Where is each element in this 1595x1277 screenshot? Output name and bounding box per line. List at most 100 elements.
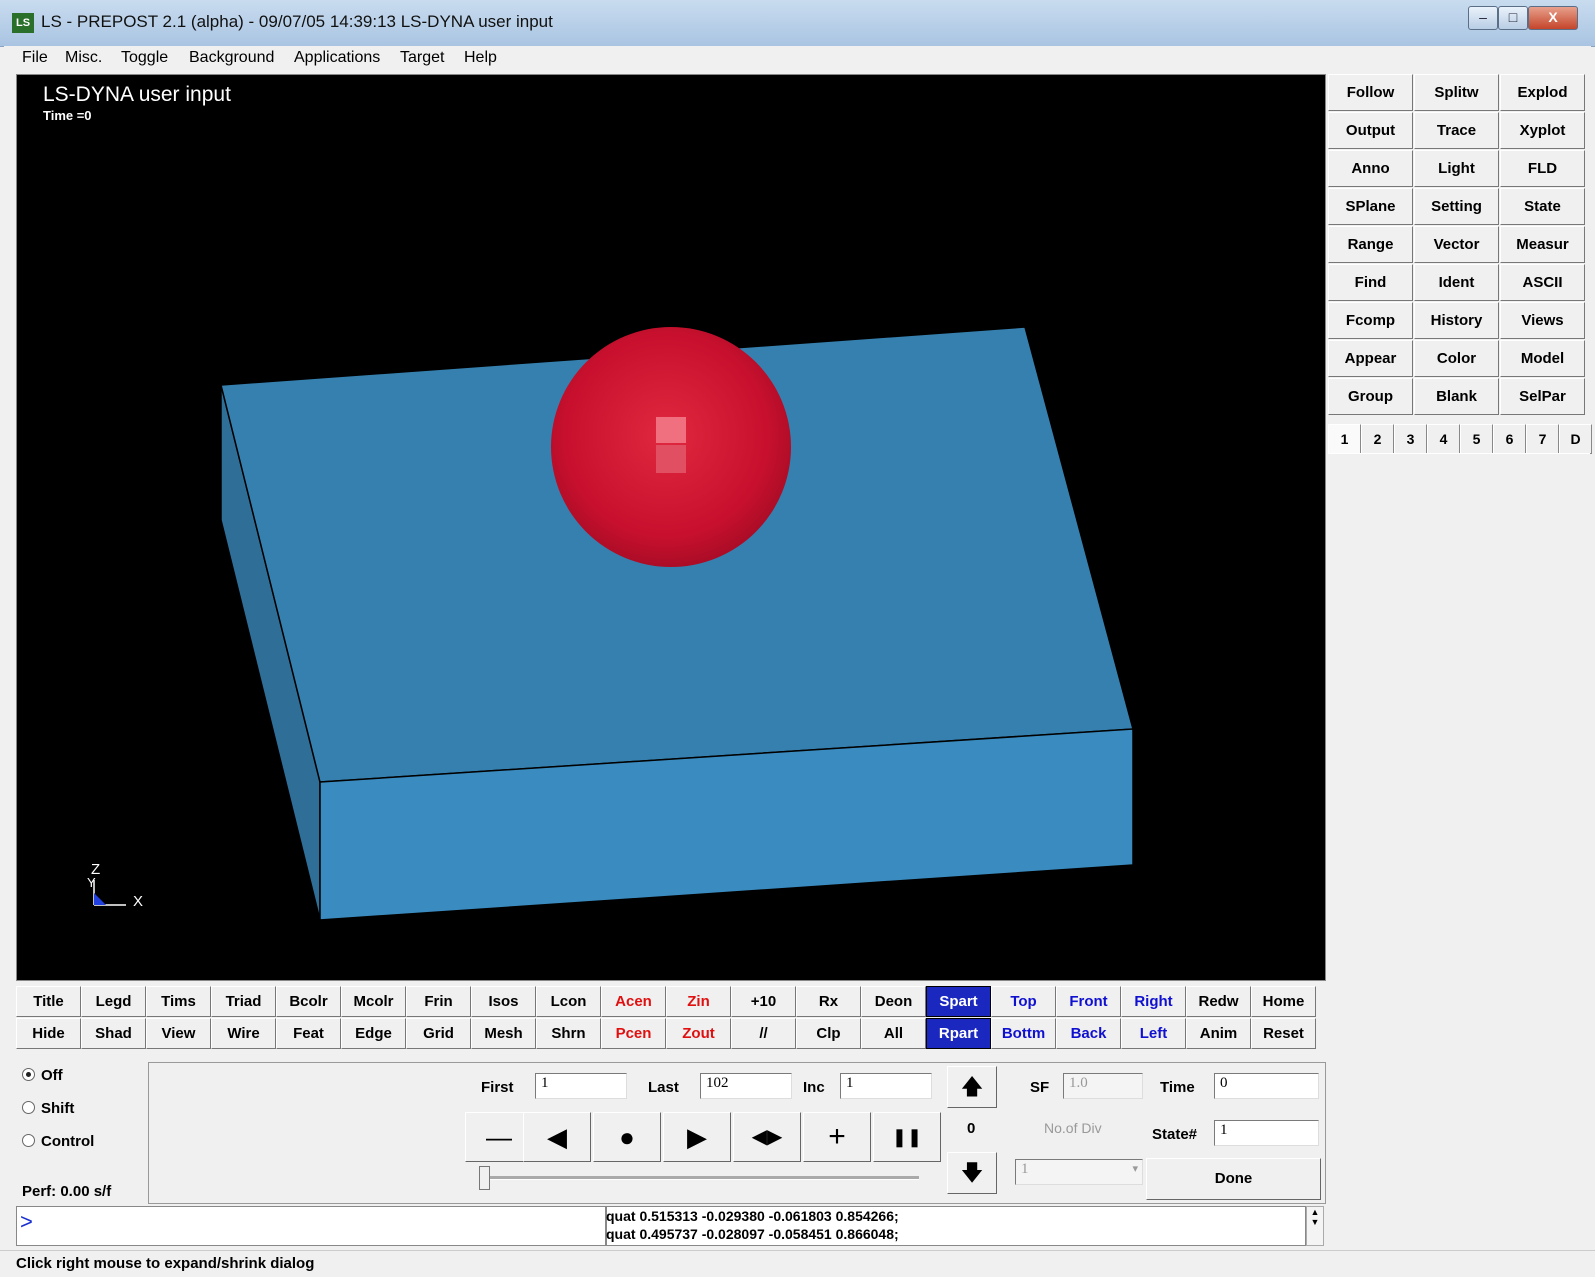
feat-button[interactable]: Feat xyxy=(276,1018,341,1049)
left-view-button[interactable]: Left xyxy=(1121,1018,1186,1049)
rx-button[interactable]: Rx xyxy=(796,986,861,1017)
follow-button[interactable]: Follow xyxy=(1328,74,1413,111)
page-tab-2[interactable]: 2 xyxy=(1361,424,1394,454)
anim-button[interactable]: Anim xyxy=(1186,1018,1251,1049)
close-button[interactable]: X xyxy=(1528,6,1578,30)
pause-button[interactable]: ❚❚ xyxy=(873,1112,941,1162)
light-button[interactable]: Light xyxy=(1414,150,1499,187)
splane-button[interactable]: SPlane xyxy=(1328,188,1413,225)
minimize-button[interactable]: – xyxy=(1468,6,1498,30)
play-forward-button[interactable]: ▶ xyxy=(663,1112,731,1162)
plus10-button[interactable]: +10 xyxy=(731,986,796,1017)
maximize-button[interactable]: □ xyxy=(1498,6,1528,30)
hide-button[interactable]: Hide xyxy=(16,1018,81,1049)
acen-button[interactable]: Acen xyxy=(601,986,666,1017)
menu-target[interactable]: Target xyxy=(400,49,444,67)
menu-help[interactable]: Help xyxy=(464,49,497,67)
splitw-button[interactable]: Splitw xyxy=(1414,74,1499,111)
ascii-button[interactable]: ASCII xyxy=(1500,264,1585,301)
step-down-button[interactable]: 🡇 xyxy=(947,1152,997,1194)
page-tab-5[interactable]: 5 xyxy=(1460,424,1493,454)
selpar-button[interactable]: SelPar xyxy=(1500,378,1585,415)
page-tab-4[interactable]: 4 xyxy=(1427,424,1460,454)
find-button[interactable]: Find xyxy=(1328,264,1413,301)
menu-file[interactable]: File xyxy=(22,49,48,67)
parallel-button[interactable]: // xyxy=(731,1018,796,1049)
triad-button[interactable]: Triad xyxy=(211,986,276,1017)
isos-button[interactable]: Isos xyxy=(471,986,536,1017)
bottom-view-button[interactable]: Bottm xyxy=(991,1018,1056,1049)
state-button[interactable]: State xyxy=(1500,188,1585,225)
redw-button[interactable]: Redw xyxy=(1186,986,1251,1017)
back-view-button[interactable]: Back xyxy=(1056,1018,1121,1049)
blank-button[interactable]: Blank xyxy=(1414,378,1499,415)
front-view-button[interactable]: Front xyxy=(1056,986,1121,1017)
vector-button[interactable]: Vector xyxy=(1414,226,1499,263)
color-button[interactable]: Color xyxy=(1414,340,1499,377)
menu-misc[interactable]: Misc. xyxy=(65,49,102,67)
zout-button[interactable]: Zout xyxy=(666,1018,731,1049)
radio-control[interactable]: Control xyxy=(22,1133,94,1150)
increase-button[interactable]: + xyxy=(803,1112,871,1162)
page-tab-1[interactable]: 1 xyxy=(1328,424,1361,454)
menu-applications[interactable]: Applications xyxy=(294,49,380,67)
shrn-button[interactable]: Shrn xyxy=(536,1018,601,1049)
play-backward-button[interactable]: ◀ xyxy=(523,1112,591,1162)
appear-button[interactable]: Appear xyxy=(1328,340,1413,377)
radio-off[interactable]: Off xyxy=(22,1067,63,1084)
grid-button[interactable]: Grid xyxy=(406,1018,471,1049)
frame-slider-track[interactable] xyxy=(484,1176,919,1180)
menu-background[interactable]: Background xyxy=(189,49,274,67)
deon-button[interactable]: Deon xyxy=(861,986,926,1017)
tims-button[interactable]: Tims xyxy=(146,986,211,1017)
rpart-button[interactable]: Rpart xyxy=(926,1018,991,1049)
edge-button[interactable]: Edge xyxy=(341,1018,406,1049)
clp-button[interactable]: Clp xyxy=(796,1018,861,1049)
model-button[interactable]: Model xyxy=(1500,340,1585,377)
output-button[interactable]: Output xyxy=(1328,112,1413,149)
page-tab-6[interactable]: 6 xyxy=(1493,424,1526,454)
views-button[interactable]: Views xyxy=(1500,302,1585,339)
history-button[interactable]: History xyxy=(1414,302,1499,339)
radio-shift[interactable]: Shift xyxy=(22,1100,74,1117)
time-field[interactable]: 0 xyxy=(1214,1073,1319,1099)
spart-button[interactable]: Spart xyxy=(926,986,991,1017)
setting-button[interactable]: Setting xyxy=(1414,188,1499,225)
page-tab-7[interactable]: 7 xyxy=(1526,424,1559,454)
range-button[interactable]: Range xyxy=(1328,226,1413,263)
lcon-button[interactable]: Lcon xyxy=(536,986,601,1017)
zin-button[interactable]: Zin xyxy=(666,986,731,1017)
play-bounce-button[interactable]: ◀▶ xyxy=(733,1112,801,1162)
page-tab-3[interactable]: 3 xyxy=(1394,424,1427,454)
command-input[interactable] xyxy=(16,1206,606,1246)
top-view-button[interactable]: Top xyxy=(991,986,1056,1017)
graphics-viewport[interactable]: LS-DYNA user input Time =0 Z Y X xyxy=(16,74,1326,981)
last-field[interactable]: 102 xyxy=(700,1073,792,1099)
view-button[interactable]: View xyxy=(146,1018,211,1049)
frame-slider-thumb[interactable] xyxy=(479,1166,490,1190)
title-button[interactable]: Title xyxy=(16,986,81,1017)
ident-button[interactable]: Ident xyxy=(1414,264,1499,301)
anno-button[interactable]: Anno xyxy=(1328,150,1413,187)
ndiv-select[interactable]: 1 ▾ xyxy=(1015,1159,1143,1185)
page-tab-d[interactable]: D xyxy=(1559,424,1592,454)
frin-button[interactable]: Frin xyxy=(406,986,471,1017)
mcolr-button[interactable]: Mcolr xyxy=(341,986,406,1017)
pcen-button[interactable]: Pcen xyxy=(601,1018,666,1049)
home-button[interactable]: Home xyxy=(1251,986,1316,1017)
first-field[interactable]: 1 xyxy=(535,1073,627,1099)
done-button[interactable]: Done xyxy=(1146,1158,1321,1200)
shad-button[interactable]: Shad xyxy=(81,1018,146,1049)
fld-button[interactable]: FLD xyxy=(1500,150,1585,187)
fcomp-button[interactable]: Fcomp xyxy=(1328,302,1413,339)
measur-button[interactable]: Measur xyxy=(1500,226,1585,263)
wire-button[interactable]: Wire xyxy=(211,1018,276,1049)
bcolr-button[interactable]: Bcolr xyxy=(276,986,341,1017)
mesh-button[interactable]: Mesh xyxy=(471,1018,536,1049)
right-view-button[interactable]: Right xyxy=(1121,986,1186,1017)
menu-toggle[interactable]: Toggle xyxy=(121,49,168,67)
state-field[interactable]: 1 xyxy=(1214,1120,1319,1146)
trace-button[interactable]: Trace xyxy=(1414,112,1499,149)
explod-button[interactable]: Explod xyxy=(1500,74,1585,111)
sf-field[interactable]: 1.0 xyxy=(1063,1073,1143,1099)
